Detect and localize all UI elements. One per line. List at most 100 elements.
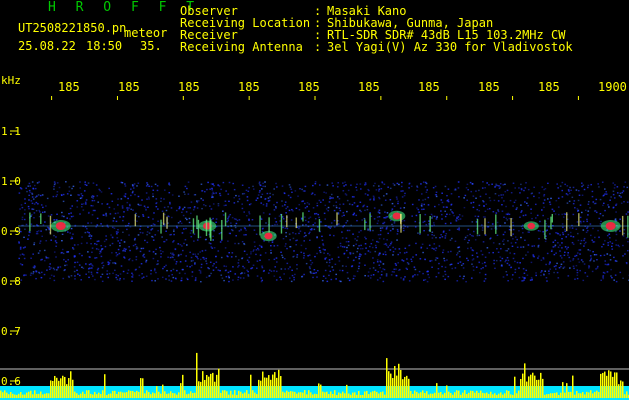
activity-bar	[576, 390, 578, 398]
activity-bar	[202, 371, 204, 398]
activity-bar	[506, 390, 508, 398]
activity-bar	[436, 383, 438, 398]
activity-bar	[612, 376, 614, 398]
activity-bar	[266, 377, 268, 398]
activity-bar	[154, 393, 156, 398]
activity-bar	[432, 393, 434, 398]
activity-bar	[412, 393, 414, 398]
activity-bar	[356, 394, 358, 398]
activity-bar	[288, 391, 290, 398]
activity-bar	[502, 394, 504, 398]
activity-bar	[420, 392, 422, 398]
activity-bar	[504, 393, 506, 398]
activity-bar	[50, 380, 52, 398]
activity-bar	[144, 393, 146, 398]
activity-bar	[556, 392, 558, 398]
activity-bar	[608, 370, 610, 398]
activity-bar	[346, 384, 348, 398]
activity-bar	[384, 394, 386, 398]
activity-bar	[358, 391, 360, 398]
activity-bar	[70, 371, 72, 398]
activity-bar	[564, 392, 566, 398]
activity-bar	[352, 392, 354, 398]
activity-bar	[378, 393, 380, 398]
activity-bar	[368, 394, 370, 398]
activity-bar	[314, 393, 316, 398]
activity-bar	[338, 392, 340, 398]
activity-bar	[528, 376, 530, 398]
activity-bar	[66, 384, 68, 398]
activity-bar	[360, 394, 362, 398]
activity-bar	[106, 394, 108, 398]
activity-bar	[330, 391, 332, 398]
activity-bar	[390, 373, 392, 398]
activity-bar	[8, 394, 10, 398]
activity-bar	[232, 394, 234, 398]
activity-bar	[524, 363, 526, 398]
activity-bar	[156, 386, 158, 398]
activity-bar	[62, 375, 64, 398]
activity-bar	[224, 390, 226, 398]
activity-bar	[112, 390, 114, 398]
activity-bar	[592, 393, 594, 398]
activity-bar	[306, 394, 308, 398]
activity-bar	[568, 391, 570, 398]
activity-bar	[354, 392, 356, 398]
activity-bar	[318, 383, 320, 398]
activity-bar	[0, 390, 2, 398]
meteor-echo	[392, 212, 402, 220]
activity-bar	[520, 378, 522, 398]
activity-bar	[178, 392, 180, 398]
activity-bar	[140, 378, 142, 398]
activity-bar	[496, 394, 498, 398]
activity-bar	[334, 390, 336, 398]
activity-bar	[510, 394, 512, 398]
activity-bar	[406, 375, 408, 398]
activity-bar	[220, 392, 222, 398]
activity-bar	[574, 394, 576, 398]
activity-bar	[100, 394, 102, 398]
activity-bar	[512, 394, 514, 398]
activity-bar	[54, 375, 56, 398]
activity-bar	[400, 369, 402, 398]
activity-bar	[164, 391, 166, 398]
activity-bar	[104, 374, 106, 398]
activity-bar	[374, 390, 376, 398]
activity-bar	[276, 377, 278, 398]
activity-bar	[602, 372, 604, 398]
activity-bar	[366, 390, 368, 398]
activity-bar	[468, 392, 470, 398]
activity-bar	[182, 374, 184, 398]
activity-bar	[616, 372, 618, 398]
activity-bar	[464, 390, 466, 398]
activity-bar	[522, 373, 524, 398]
activity-bar	[480, 390, 482, 398]
activity-bar	[92, 394, 94, 398]
activity-bar	[340, 393, 342, 398]
activity-bar	[560, 392, 562, 398]
activity-bar	[28, 391, 30, 398]
activity-bar	[132, 391, 134, 398]
activity-bar	[516, 393, 518, 398]
activity-bar	[336, 394, 338, 398]
activity-bar	[622, 381, 624, 398]
activity-bar	[446, 385, 448, 398]
activity-bar	[52, 380, 54, 398]
activity-bar	[290, 391, 292, 398]
activity-bar	[596, 390, 598, 398]
activity-bar	[460, 394, 462, 398]
activity-bar	[206, 375, 208, 398]
activity-bar	[380, 392, 382, 398]
activity-bar	[526, 381, 528, 398]
activity-bar	[254, 392, 256, 398]
activity-bar	[492, 394, 494, 398]
activity-bar	[124, 392, 126, 398]
activity-bar	[14, 394, 16, 398]
activity-bar	[186, 394, 188, 398]
activity-bar	[10, 391, 12, 398]
activity-bar	[370, 392, 372, 398]
activity-bar	[82, 391, 84, 398]
activity-bar	[116, 393, 118, 398]
activity-bar	[248, 393, 250, 398]
activity-bar	[18, 393, 20, 398]
